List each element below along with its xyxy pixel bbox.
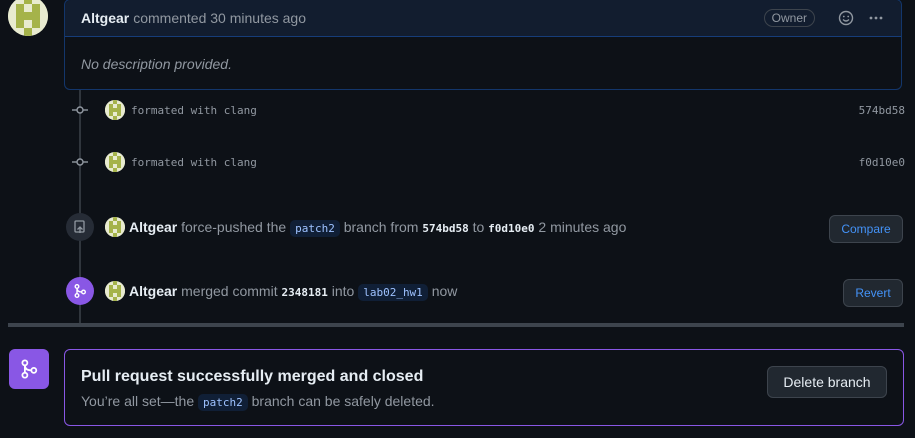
merge-sha[interactable]: 2348181 [281, 286, 327, 299]
merge-event: Altgear merged commit 2348181 into lab02… [66, 277, 903, 305]
commit-sha[interactable]: 574bd58 [859, 104, 905, 117]
avatar[interactable] [105, 281, 125, 301]
event-time[interactable]: now [432, 283, 458, 299]
kebab-menu-icon[interactable] [867, 9, 885, 27]
commit-message[interactable]: formated with clang [131, 104, 257, 117]
from-sha[interactable]: 574bd58 [422, 222, 468, 235]
event-text-part: force-pushed the [181, 219, 287, 235]
comment-author[interactable]: Altgear [81, 10, 129, 26]
event-author[interactable]: Altgear [129, 283, 177, 299]
avatar[interactable] [105, 100, 125, 120]
event-text-part: merged commit [181, 283, 278, 299]
commit-row: formated with clang 574bd58 [70, 100, 905, 120]
merged-title: Pull request successfully merged and clo… [81, 368, 424, 385]
event-author[interactable]: Altgear [129, 219, 177, 235]
comment-body: No description provided. [81, 56, 232, 72]
git-merge-icon [66, 277, 94, 305]
comment-box: Altgear commented 30 minutes ago Owner N… [64, 0, 902, 90]
git-merge-icon [9, 349, 49, 389]
commit-message[interactable]: formated with clang [131, 156, 257, 169]
identicon-avatar-icon [8, 0, 48, 36]
event-time[interactable]: 2 minutes ago [538, 219, 626, 235]
comment-meta[interactable]: commented 30 minutes ago [133, 10, 306, 26]
revert-button[interactable]: Revert [843, 279, 903, 307]
comment-header: Altgear commented 30 minutes ago Owner [65, 0, 901, 37]
avatar[interactable] [105, 217, 125, 237]
branch-pill[interactable]: lab02_hw1 [358, 284, 428, 301]
divider [8, 323, 904, 327]
avatar[interactable] [8, 0, 48, 36]
commit-row: formated with clang f0d10e0 [70, 152, 905, 172]
to-sha[interactable]: f0d10e0 [488, 222, 534, 235]
force-push-event: Altgear force-pushed the patch2 branch f… [66, 213, 903, 241]
event-text-part: branch from [343, 219, 419, 235]
git-commit-icon [70, 100, 90, 120]
merged-sub-text: branch can be safely deleted. [251, 393, 435, 409]
git-commit-icon [70, 152, 90, 172]
avatar[interactable] [105, 152, 125, 172]
identicon-avatar-icon [105, 152, 125, 172]
force-push-text: Altgear force-pushed the patch2 branch f… [129, 219, 626, 237]
event-text-part: to [472, 219, 485, 235]
branch-pill[interactable]: patch2 [198, 394, 248, 411]
merge-text: Altgear merged commit 2348181 into lab02… [129, 283, 458, 301]
commit-sha[interactable]: f0d10e0 [859, 156, 905, 169]
identicon-avatar-icon [105, 281, 125, 301]
compare-button[interactable]: Compare [829, 215, 903, 243]
identicon-avatar-icon [105, 100, 125, 120]
merged-subtitle: You’re all set—the patch2 branch can be … [81, 393, 435, 411]
identicon-avatar-icon [105, 217, 125, 237]
repo-push-icon [66, 213, 94, 241]
merged-status-box: Pull request successfully merged and clo… [64, 349, 904, 426]
owner-badge: Owner [763, 9, 815, 27]
smiley-icon[interactable] [837, 9, 855, 27]
delete-branch-button[interactable]: Delete branch [767, 366, 887, 398]
merged-sub-text: You’re all set—the [81, 393, 195, 409]
event-text-part: into [331, 283, 355, 299]
branch-pill[interactable]: patch2 [290, 220, 340, 237]
